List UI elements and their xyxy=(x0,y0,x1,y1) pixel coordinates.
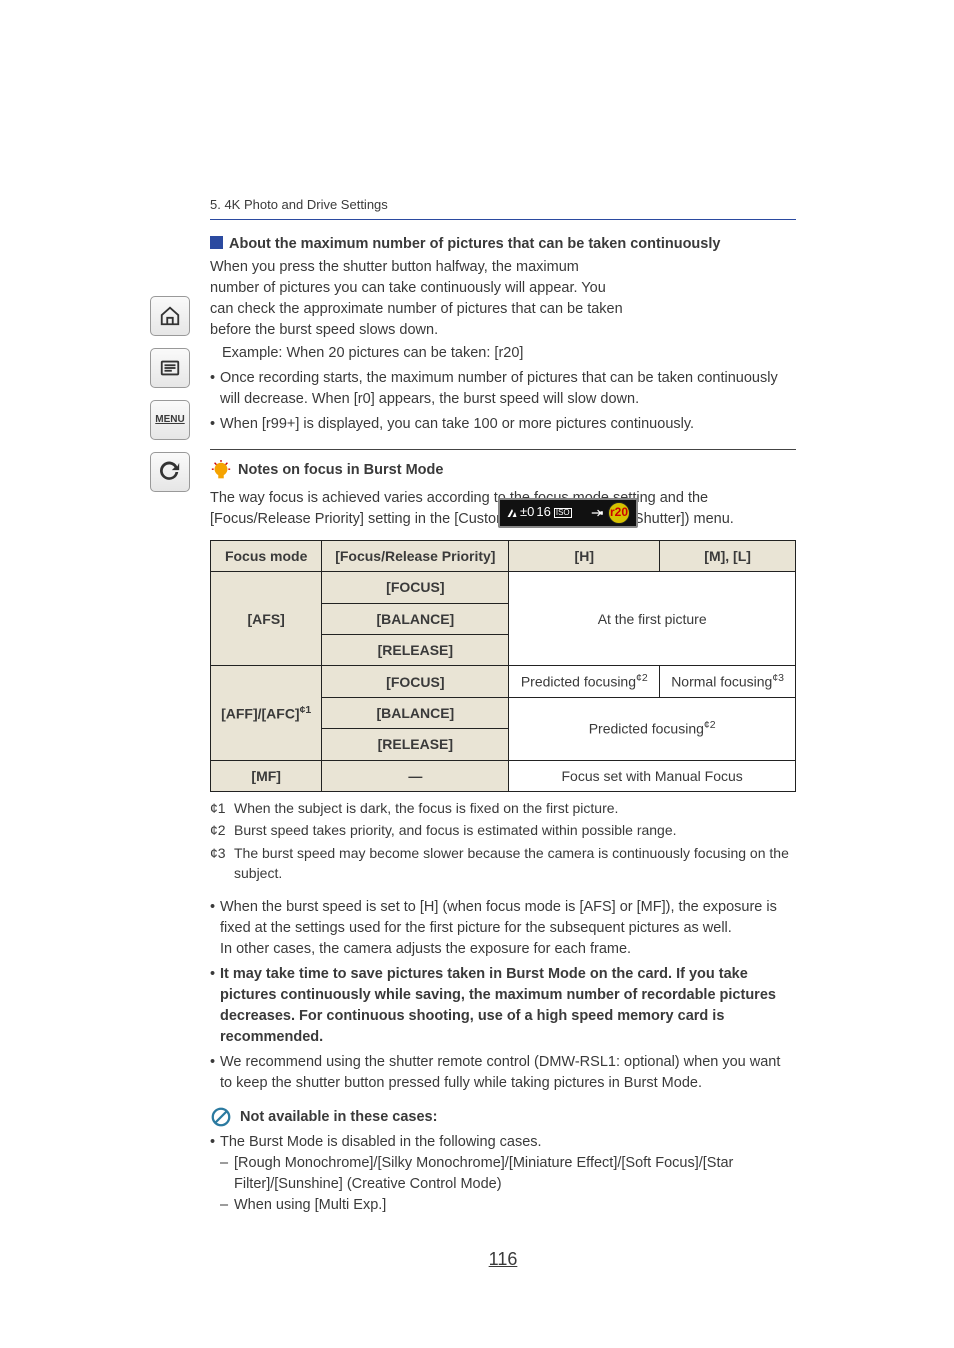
th-priority: [Focus/Release Priority] xyxy=(322,541,509,572)
shots-value: 16 xyxy=(536,503,550,522)
bullet-item: •When [r99+] is displayed, you can take … xyxy=(210,414,796,435)
cell-at-first: At the first picture xyxy=(509,572,796,666)
footnote: ¢2Burst speed takes priority, and focus … xyxy=(210,820,796,840)
prohibited-icon xyxy=(210,1106,232,1128)
bullet-item: •Once recording starts, the maximum numb… xyxy=(210,368,796,410)
arrow-icon xyxy=(590,506,604,520)
cell-focus: [FOCUS] xyxy=(322,572,509,603)
breadcrumb: 5. 4K Photo and Drive Settings xyxy=(210,196,796,215)
back-icon[interactable] xyxy=(150,452,190,492)
row-mf: [MF] xyxy=(211,760,322,791)
ev-value: ±0 xyxy=(520,503,534,522)
th-h: [H] xyxy=(509,541,660,572)
cell-release: [RELEASE] xyxy=(322,634,509,665)
divider xyxy=(210,449,796,450)
cell-balance: [BALANCE] xyxy=(322,698,509,729)
footnote: ¢1When the subject is dark, the focus is… xyxy=(210,798,796,818)
cell-mf-set: Focus set with Manual Focus xyxy=(509,760,796,791)
cell-release: [RELEASE] xyxy=(322,729,509,760)
page-number: 116 xyxy=(210,1246,796,1272)
cell-focus: [FOCUS] xyxy=(322,666,509,698)
divider xyxy=(210,219,796,220)
menu-icon[interactable]: MENU xyxy=(150,400,190,440)
lightbulb-icon xyxy=(210,460,232,482)
sidebar: MENU xyxy=(150,296,194,492)
about-paragraph: When you press the shutter button halfwa… xyxy=(210,257,630,341)
row-afs: [AFS] xyxy=(211,572,322,666)
dash-item: –[Rough Monochrome]/[Silky Monochrome]/[… xyxy=(220,1153,796,1195)
about-heading: About the maximum number of pictures tha… xyxy=(210,234,796,255)
focus-table: Focus mode [Focus/Release Priority] [H] … xyxy=(210,540,796,792)
bullet-item: •When the burst speed is set to [H] (whe… xyxy=(210,897,796,960)
bullet-item: •It may take time to save pictures taken… xyxy=(210,964,796,1048)
row-aff-afc: [AFF]/[AFC]¢1 xyxy=(211,666,322,761)
remaining-badge: r20 xyxy=(608,502,630,524)
bullet-item: •The Burst Mode is disabled in the follo… xyxy=(210,1132,796,1153)
dash-item: –When using [Multi Exp.] xyxy=(220,1195,796,1216)
cell-predicted: Predicted focusing¢2 xyxy=(509,698,796,761)
na-heading: Not available in these cases: xyxy=(240,1107,437,1128)
lcd-display: ±016ISO r20 xyxy=(498,498,638,528)
home-icon[interactable] xyxy=(150,296,190,336)
cell-normal: Normal focusing¢3 xyxy=(660,666,796,698)
cell-predicted: Predicted focusing¢2 xyxy=(509,666,660,698)
th-ml: [M], [L] xyxy=(660,541,796,572)
cell-dash: — xyxy=(322,760,509,791)
notes-heading: Notes on focus in Burst Mode xyxy=(238,460,443,481)
contents-icon[interactable] xyxy=(150,348,190,388)
example-text: Example: When 20 pictures can be taken: … xyxy=(222,343,796,364)
bullet-item: •We recommend using the shutter remote c… xyxy=(210,1052,796,1094)
th-focus-mode: Focus mode xyxy=(211,541,322,572)
cell-balance: [BALANCE] xyxy=(322,603,509,634)
footnote: ¢3The burst speed may become slower beca… xyxy=(210,843,796,884)
